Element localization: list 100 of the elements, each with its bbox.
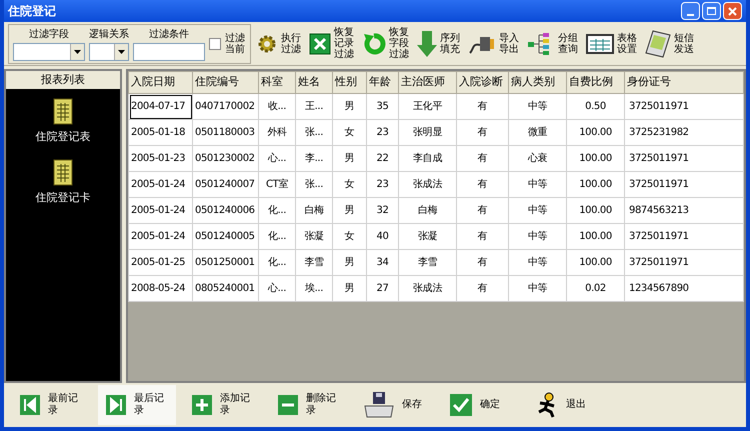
toolbar-button[interactable]: 最后记录 (98, 385, 176, 425)
checkbox[interactable] (209, 38, 221, 50)
floppy-disk-icon (364, 392, 394, 418)
table-cell: 0501180003 (192, 120, 258, 146)
table-cell: 有 (456, 276, 508, 302)
toolbar-button[interactable]: 分组查询 (525, 24, 581, 64)
table-cell: 化... (258, 198, 296, 224)
table-cell: 2005-01-25 (128, 250, 192, 276)
toolbar-button[interactable]: 删除记录 (270, 385, 348, 425)
gear-icon (256, 32, 278, 54)
column-header[interactable]: 住院编号 (192, 72, 258, 94)
skip-forward-icon (106, 395, 126, 415)
table-cell: 中等 (508, 172, 566, 198)
table-cell: 2008-05-24 (128, 276, 192, 302)
field-label: 过滤字段 (29, 28, 69, 42)
table-cell: 张成法 (398, 172, 456, 198)
toolbar-button[interactable]: 短信发送 (643, 24, 697, 64)
close-button[interactable] (723, 2, 742, 20)
toolbar-button[interactable]: 导入导出 (466, 24, 522, 64)
table-cell: 2004-07-17 (128, 94, 192, 120)
table-cell: 3725231982 (624, 120, 744, 146)
table-cell: 有 (456, 94, 508, 120)
column-header[interactable]: 入院日期 (128, 72, 192, 94)
column-header[interactable]: 年龄 (366, 72, 398, 94)
table-cell: 2005-01-24 (128, 198, 192, 224)
table-cell: 埃... (296, 276, 332, 302)
panel-header: 报表列表 (6, 71, 120, 89)
dropdown-field[interactable] (13, 42, 85, 60)
table-cell: 中等 (508, 94, 566, 120)
column-header[interactable]: 姓名 (296, 72, 332, 94)
table-cell: 白梅 (296, 198, 332, 224)
report-item[interactable]: 住院登记表 (36, 97, 90, 146)
table-cell: 张凝 (398, 224, 456, 250)
table-cell: 王... (296, 94, 332, 120)
plus-icon (192, 395, 212, 415)
table-cell: 23 (366, 172, 398, 198)
table-cell: 张... (296, 120, 332, 146)
column-header[interactable]: 病人类别 (508, 72, 566, 94)
table-cell: 2005-01-23 (128, 146, 192, 172)
window-title: 住院登记 (8, 3, 56, 20)
toolbar-button[interactable]: 恢复记录过滤 (307, 24, 357, 64)
table-cell: 李雪 (296, 250, 332, 276)
toolbar-button[interactable]: 确定 (442, 385, 520, 425)
table-cell: 0.02 (566, 276, 624, 302)
toolbar-button[interactable]: 执行过滤 (254, 24, 304, 64)
table-cell: 中等 (508, 250, 566, 276)
checkbox-label: 过滤当前 (225, 32, 246, 54)
column-header[interactable]: 入院诊断 (456, 72, 508, 94)
table-cell: 2005-01-24 (128, 224, 192, 250)
table-cell: 李... (296, 146, 332, 172)
table-cell: 心... (258, 146, 296, 172)
table-cell: 3725011971 (624, 146, 744, 172)
table-cell: 0501240007 (192, 172, 258, 198)
toolbar-button[interactable]: 序列填充 (415, 24, 463, 64)
toolbar-button[interactable]: 表格设置 (584, 24, 640, 64)
table-cell: 0501230002 (192, 146, 258, 172)
column-header[interactable]: 自费比例 (566, 72, 624, 94)
table-cell: 张凝 (296, 224, 332, 250)
minus-icon (278, 395, 298, 415)
table-cell: 100.00 (566, 146, 624, 172)
report-item[interactable]: 住院登记卡 (36, 158, 90, 206)
toolbar-button[interactable]: 添加记录 (184, 385, 262, 425)
minimize-button[interactable] (681, 2, 700, 20)
caret-icon (74, 50, 81, 54)
toolbar-button[interactable]: 恢复字段过滤 (360, 24, 412, 64)
table-cell: 0501240005 (192, 224, 258, 250)
field-label: 逻辑关系 (89, 28, 129, 42)
toolbar-button[interactable]: 最前记录 (12, 385, 90, 425)
column-header[interactable]: 主治医师 (398, 72, 456, 94)
report-icon (53, 97, 73, 125)
table-cell: 35 (366, 94, 398, 120)
undo-arrow-icon (362, 32, 386, 56)
toolbar-button[interactable]: 退出 (528, 385, 606, 425)
table-cell: 3725011971 (624, 94, 744, 120)
table-cell: 100.00 (566, 198, 624, 224)
table-cell: 3725011971 (624, 224, 744, 250)
table-cell: 有 (456, 146, 508, 172)
maximize-button[interactable] (702, 2, 721, 20)
table-cell: 男 (332, 94, 366, 120)
table-cell: 张成法 (398, 276, 456, 302)
table-cell: 100.00 (566, 224, 624, 250)
handheld-device-icon (645, 30, 671, 58)
table-cell: CT室 (258, 172, 296, 198)
column-header[interactable]: 科室 (258, 72, 296, 94)
table-cell: 22 (366, 146, 398, 172)
table-cell: 0501240006 (192, 198, 258, 224)
input-field[interactable] (133, 42, 205, 60)
table-cell: 中等 (508, 224, 566, 250)
table-cell: 有 (456, 172, 508, 198)
skip-back-icon (20, 395, 40, 415)
table-cell: 中等 (508, 198, 566, 224)
toolbar-button[interactable]: 保存 (356, 385, 434, 425)
down-arrow-icon (417, 30, 437, 56)
table-cell: 李自成 (398, 146, 456, 172)
table-cell: 化... (258, 224, 296, 250)
column-header[interactable]: 性别 (332, 72, 366, 94)
caret-icon (118, 50, 125, 54)
dropdown-field[interactable] (89, 42, 129, 60)
column-header[interactable]: 身份证号 (624, 72, 744, 94)
table-cell: 27 (366, 276, 398, 302)
